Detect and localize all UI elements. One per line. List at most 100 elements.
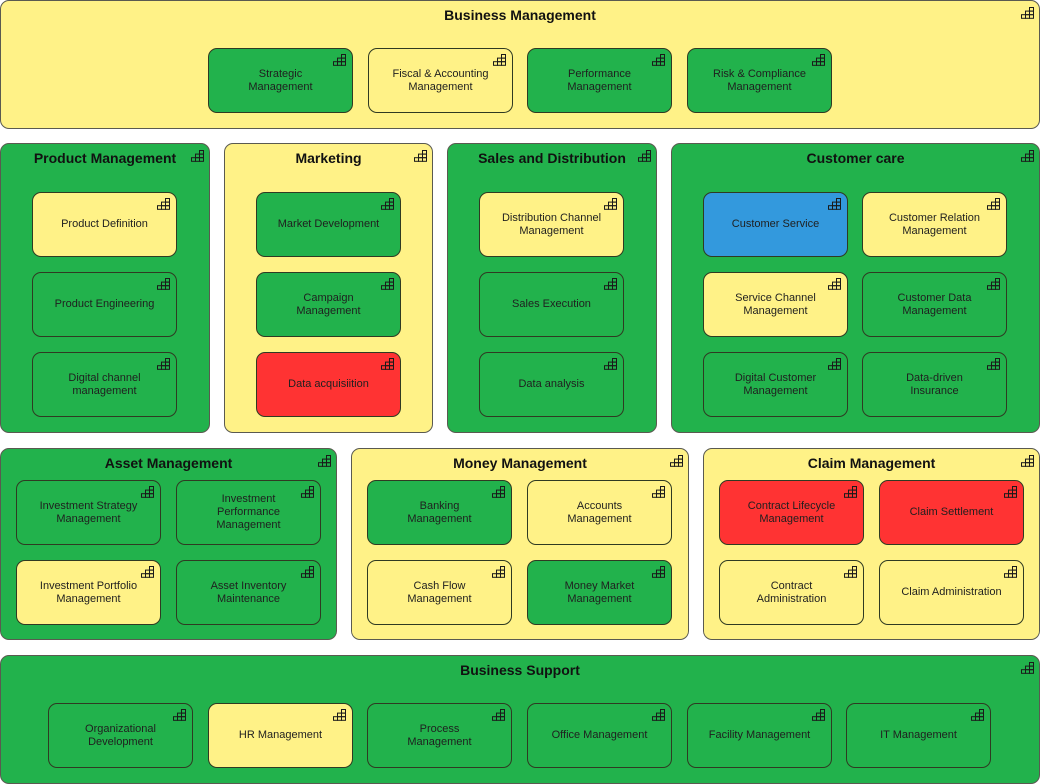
- capability-process-management[interactable]: Process Management: [367, 703, 512, 768]
- capability-product-engineering[interactable]: Product Engineering: [32, 272, 177, 337]
- capability-group-business-management[interactable]: Business Management: [0, 0, 1040, 129]
- capability-organizational-development[interactable]: Organizational Development: [48, 703, 193, 768]
- capability-icon: [381, 358, 394, 370]
- capability-digital-customer-management[interactable]: Digital Customer Management: [703, 352, 848, 417]
- capability-label: Customer Service: [731, 218, 820, 230]
- capability-icon: [812, 54, 825, 66]
- capability-icon: [604, 358, 617, 370]
- capability-data-analysis[interactable]: Data analysis: [479, 352, 624, 417]
- capability-icon: [987, 278, 1000, 290]
- capability-label: Distribution Channel Management: [501, 211, 602, 237]
- capability-label: Data-driven Insurance: [906, 371, 963, 397]
- capability-distribution-channel-management[interactable]: Distribution Channel Management: [479, 192, 624, 257]
- capability-label: Campaign Management: [296, 291, 361, 317]
- capability-icon: [652, 486, 665, 498]
- capability-icon: [381, 278, 394, 290]
- capability-office-management[interactable]: Office Management: [527, 703, 672, 768]
- capability-claim-administration[interactable]: Claim Administration: [879, 560, 1024, 625]
- capability-icon: [141, 486, 154, 498]
- capability-banking-management[interactable]: Banking Management: [367, 480, 512, 545]
- capability-icon: [492, 709, 505, 721]
- capability-customer-data-management[interactable]: Customer Data Management: [862, 272, 1007, 337]
- capability-icon: [493, 54, 506, 66]
- capability-icon: [1021, 662, 1034, 674]
- capability-label: Risk & Compliance Management: [713, 67, 806, 93]
- capability-icon: [652, 566, 665, 578]
- capability-icon: [141, 566, 154, 578]
- capability-customer-relation-management[interactable]: Customer Relation Management: [862, 192, 1007, 257]
- capability-contract-lifecycle-management[interactable]: Contract Lifecycle Management: [719, 480, 864, 545]
- capability-risk-and-compliance-management[interactable]: Risk & Compliance Management: [687, 48, 832, 113]
- capability-icon: [157, 278, 170, 290]
- group-title: Asset Management: [104, 455, 233, 471]
- capability-icon: [381, 198, 394, 210]
- capability-label: Accounts Management: [567, 499, 632, 525]
- capability-label: Facility Management: [708, 729, 811, 741]
- capability-sales-execution[interactable]: Sales Execution: [479, 272, 624, 337]
- capability-label: Customer Data Management: [897, 291, 972, 317]
- capability-fiscal-and-accounting-management[interactable]: Fiscal & Accounting Management: [368, 48, 513, 113]
- capability-icon: [301, 566, 314, 578]
- capability-icon: [1004, 566, 1017, 578]
- capability-hr-management[interactable]: HR Management: [208, 703, 353, 768]
- capability-label: Service Channel Management: [735, 291, 816, 317]
- capability-digital-channel-management[interactable]: Digital channel management: [32, 352, 177, 417]
- capability-icon: [414, 150, 427, 162]
- capability-strategic-management[interactable]: Strategic Management: [208, 48, 353, 113]
- capability-icon: [828, 198, 841, 210]
- capability-contract-administration[interactable]: Contract Administration: [719, 560, 864, 625]
- capability-label: Contract Lifecycle Management: [747, 499, 836, 525]
- capability-icon: [828, 358, 841, 370]
- capability-icon: [604, 278, 617, 290]
- capability-service-channel-management[interactable]: Service Channel Management: [703, 272, 848, 337]
- capability-performance-management[interactable]: Performance Management: [527, 48, 672, 113]
- capability-icon: [1021, 7, 1034, 19]
- capability-label: Market Development: [277, 218, 380, 230]
- capability-label: Banking Management: [407, 499, 472, 525]
- capability-icon: [828, 278, 841, 290]
- capability-product-definition[interactable]: Product Definition: [32, 192, 177, 257]
- capability-label: Organizational Development: [85, 722, 156, 748]
- capability-icon: [844, 486, 857, 498]
- capability-it-management[interactable]: IT Management: [846, 703, 991, 768]
- capability-accounts-management[interactable]: Accounts Management: [527, 480, 672, 545]
- capability-label: Customer Relation Management: [888, 211, 981, 237]
- capability-icon: [652, 54, 665, 66]
- capability-icon: [670, 455, 683, 467]
- capability-investment-strategy-management[interactable]: Investment Strategy Management: [16, 480, 161, 545]
- capability-icon: [604, 198, 617, 210]
- capability-label: Sales Execution: [512, 298, 591, 310]
- capability-label: Cash Flow Management: [407, 579, 472, 605]
- capability-icon: [157, 358, 170, 370]
- capability-customer-service[interactable]: Customer Service: [703, 192, 848, 257]
- capability-icon: [157, 198, 170, 210]
- capability-facility-management[interactable]: Facility Management: [687, 703, 832, 768]
- capability-label: Office Management: [551, 729, 648, 741]
- capability-label: HR Management: [238, 729, 323, 741]
- capability-investment-portfolio-management[interactable]: Investment Portfolio Management: [16, 560, 161, 625]
- capability-data-acquisiition[interactable]: Data acquisiition: [256, 352, 401, 417]
- group-title: Business Management: [444, 7, 596, 23]
- capability-campaign-management[interactable]: Campaign Management: [256, 272, 401, 337]
- capability-label: Investment Performance Management: [216, 493, 281, 531]
- capability-icon: [173, 709, 186, 721]
- capability-claim-settlement[interactable]: Claim Settlement: [879, 480, 1024, 545]
- capability-icon: [971, 709, 984, 721]
- capability-label: Fiscal & Accounting Management: [392, 67, 489, 93]
- group-title: Money Management: [453, 455, 587, 471]
- capability-money-market-management[interactable]: Money Market Management: [527, 560, 672, 625]
- capability-label: Process Management: [407, 722, 472, 748]
- capability-asset-inventory-maintenance[interactable]: Asset Inventory Maintenance: [176, 560, 321, 625]
- capability-investment-performance-management[interactable]: Investment Performance Management: [176, 480, 321, 545]
- capability-label: Product Engineering: [54, 298, 155, 310]
- capability-icon: [1021, 455, 1034, 467]
- capability-data-driven-insurance[interactable]: Data-driven Insurance: [862, 352, 1007, 417]
- capability-icon: [333, 54, 346, 66]
- capability-icon: [812, 709, 825, 721]
- capability-label: IT Management: [880, 729, 957, 741]
- capability-market-development[interactable]: Market Development: [256, 192, 401, 257]
- capability-cash-flow-management[interactable]: Cash Flow Management: [367, 560, 512, 625]
- capability-label: Performance Management: [567, 67, 632, 93]
- capability-label: Contract Administration: [756, 579, 827, 605]
- capability-label: Asset Inventory Maintenance: [210, 579, 287, 605]
